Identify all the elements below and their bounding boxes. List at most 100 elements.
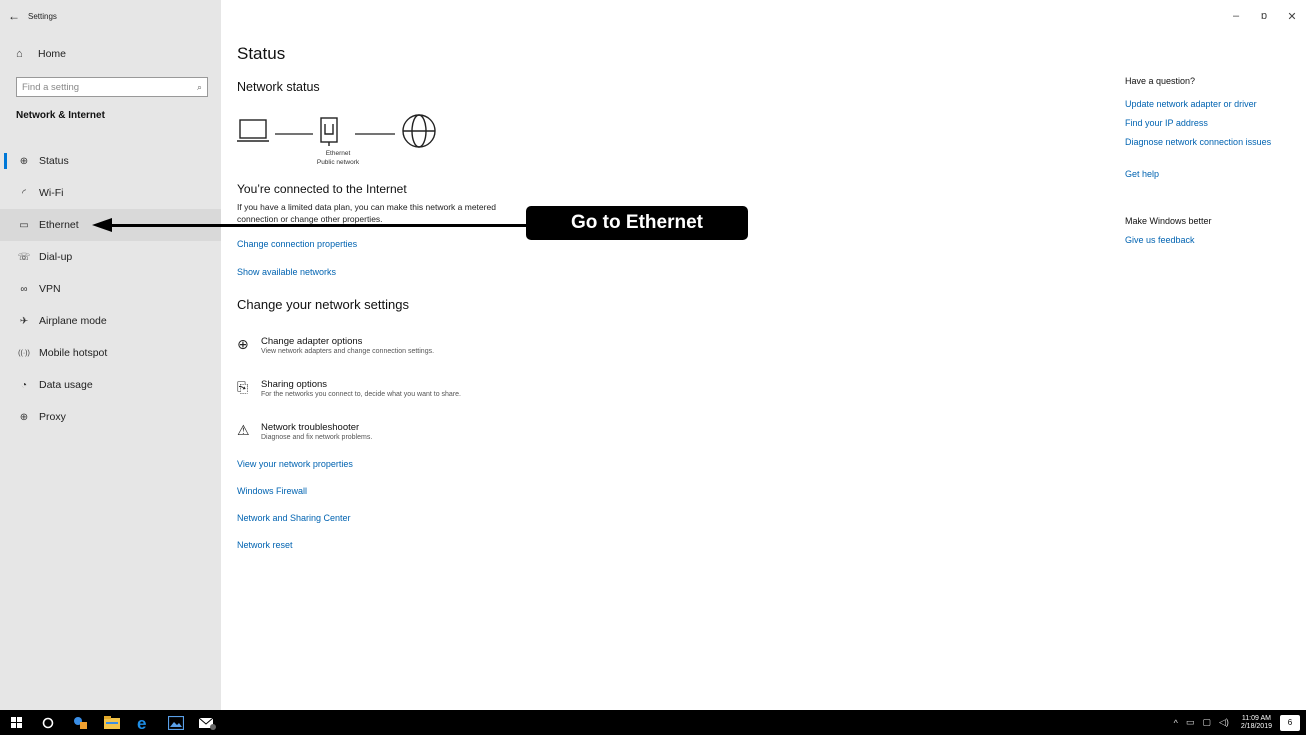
diagnose-connection-link[interactable]: Diagnose network connection issues [1125,137,1275,148]
network-diagram: Ethernet Public network [237,110,447,176]
find-ip-address-link[interactable]: Find your IP address [1125,118,1290,129]
edge-browser-icon[interactable]: e [128,710,160,735]
nav-list: ⊕ Status ◜ Wi-Fi ▭ Ethernet ☏ Dial-up ∞ … [0,145,221,433]
sidebar-item-label: Data usage [39,379,93,391]
search-icon[interactable]: ⌕ [197,82,202,93]
sidebar-item-vpn[interactable]: ∞ VPN [0,273,221,305]
change-connection-properties-link[interactable]: Change connection properties [237,239,357,249]
ethernet-adapter-icon [320,117,338,146]
file-explorer-icon[interactable] [96,710,128,735]
sidebar-item-label: Wi-Fi [39,187,64,199]
back-arrow-icon[interactable]: ← [0,0,28,32]
tray-chevron-icon[interactable]: ^ [1174,718,1178,728]
app-title: Settings [28,11,57,21]
network-status-heading: Network status [237,80,320,94]
airplane-icon: ✈ [19,315,29,327]
sidebar-item-label: Mobile hotspot [39,347,108,359]
home-label: Home [38,48,67,60]
sharing-options[interactable]: ⎘ Sharing options For the networks you c… [237,379,461,400]
close-icon[interactable]: ✕ [1278,0,1306,32]
search-input[interactable] [22,81,197,93]
sidebar-item-label: Proxy [39,411,66,423]
sharing-icon: ⎘ [237,379,249,395]
cortana-icon[interactable] [32,710,64,735]
maximize-icon[interactable]: ɒ [1250,0,1278,32]
home-icon: ⌂ [16,48,23,60]
option-desc: View network adapters and change connect… [261,348,435,355]
sidebar-item-mobile-hotspot[interactable]: ((·)) Mobile hotspot [0,337,221,369]
data-usage-icon: ◔ [20,379,28,391]
sidebar-item-airplane-mode[interactable]: ✈ Airplane mode [0,305,221,337]
status-icon: ⊕ [19,155,29,167]
sidebar-item-label: Airplane mode [39,315,107,327]
taskbar: e ^ ▭ ▢ ◁) 11:09 AM 2/18/2019 6 [0,710,1306,735]
svg-text:e: e [137,715,146,731]
question-heading: Have a question? [1125,76,1196,86]
sidebar-item-label: Dial-up [39,251,73,263]
network-reset-link[interactable]: Network reset [237,540,293,550]
start-button[interactable] [0,710,32,735]
option-desc: Diagnose and fix network problems. [261,434,373,441]
network-type-label: Public network [316,159,360,166]
sidebar-item-status[interactable]: ⊕ Status [0,145,221,177]
section-heading: Network & Internet [16,110,105,121]
adapter-label: Ethernet [325,150,351,157]
give-feedback-link[interactable]: Give us feedback [1125,235,1290,246]
network-diagram-graphic [237,114,436,148]
change-adapter-options[interactable]: ⊕ Change adapter options View network ad… [237,336,434,357]
search-box[interactable]: ⌕ [16,77,208,97]
dialup-icon: ☏ [17,251,31,263]
photos-app-icon[interactable] [160,710,192,735]
home-button[interactable]: ⌂ Home [0,40,221,68]
wifi-icon: ◜ [22,187,26,199]
tray-network-icon[interactable]: ▢ [1202,717,1211,728]
sidebar-item-dialup[interactable]: ☏ Dial-up [0,241,221,273]
globe-icon [402,114,436,148]
minimize-icon[interactable]: – [1222,0,1250,32]
windows-firewall-link[interactable]: Windows Firewall [237,486,307,496]
taskbar-clock[interactable]: 11:09 AM 2/18/2019 [1241,715,1272,731]
warning-icon: ⚠ [237,422,250,438]
callout-arrow-line [110,224,528,227]
page-title: Status [237,44,286,63]
system-tray: ^ ▭ ▢ ◁) 11:09 AM 2/18/2019 6 [1170,710,1306,735]
sidebar-item-label: Status [39,155,69,167]
people-app-icon[interactable] [64,710,96,735]
windows-logo-icon [10,717,22,728]
laptop-icon [237,119,269,142]
action-center-icon[interactable]: 6 [1280,714,1300,731]
option-title: Network troubleshooter [261,422,360,433]
update-adapter-driver-link[interactable]: Update network adapter or driver [1125,99,1290,110]
sidebar-item-label: VPN [39,283,61,295]
mail-app-icon[interactable] [192,710,224,735]
tray-battery-icon[interactable]: ▭ [1186,717,1195,728]
view-network-properties-link[interactable]: View your network properties [237,459,353,469]
ethernet-icon: ▭ [19,219,29,231]
option-title: Change adapter options [261,336,363,347]
get-help-link[interactable]: Get help [1125,169,1290,180]
network-troubleshooter[interactable]: ⚠ Network troubleshooter Diagnose and fi… [237,422,372,443]
proxy-icon: ⊕ [19,411,29,423]
adapter-icon: ⊕ [237,336,249,352]
hotspot-icon: ((·)) [18,349,30,357]
tray-volume-icon[interactable]: ◁) [1219,717,1229,728]
make-windows-better-heading: Make Windows better [1125,216,1212,226]
sidebar-item-data-usage[interactable]: ◔ Data usage [0,369,221,401]
sidebar-item-label: Ethernet [39,219,79,231]
network-sharing-center-link[interactable]: Network and Sharing Center [237,513,351,523]
connection-status-desc: If you have a limited data plan, you can… [237,202,496,224]
sidebar-item-proxy[interactable]: ⊕ Proxy [0,401,221,433]
sidebar: ← Settings ⌂ Home ⌕ Network & Internet ⊕… [0,0,221,710]
callout-arrow-head [92,218,112,232]
change-settings-heading: Change your network settings [237,297,409,312]
title-bar: ← Settings [0,0,221,32]
show-available-networks-link[interactable]: Show available networks [237,267,336,277]
clock-date: 2/18/2019 [1240,722,1272,730]
callout-label: Go to Ethernet [526,206,748,240]
clock-time: 11:09 AM [1241,714,1271,722]
option-desc: For the networks you connect to, decide … [261,391,461,398]
option-title: Sharing options [261,379,328,390]
connection-status-title: You’re connected to the Internet [237,182,407,196]
window-controls: – ɒ ✕ [1222,0,1306,32]
sidebar-item-wifi[interactable]: ◜ Wi-Fi [0,177,221,209]
